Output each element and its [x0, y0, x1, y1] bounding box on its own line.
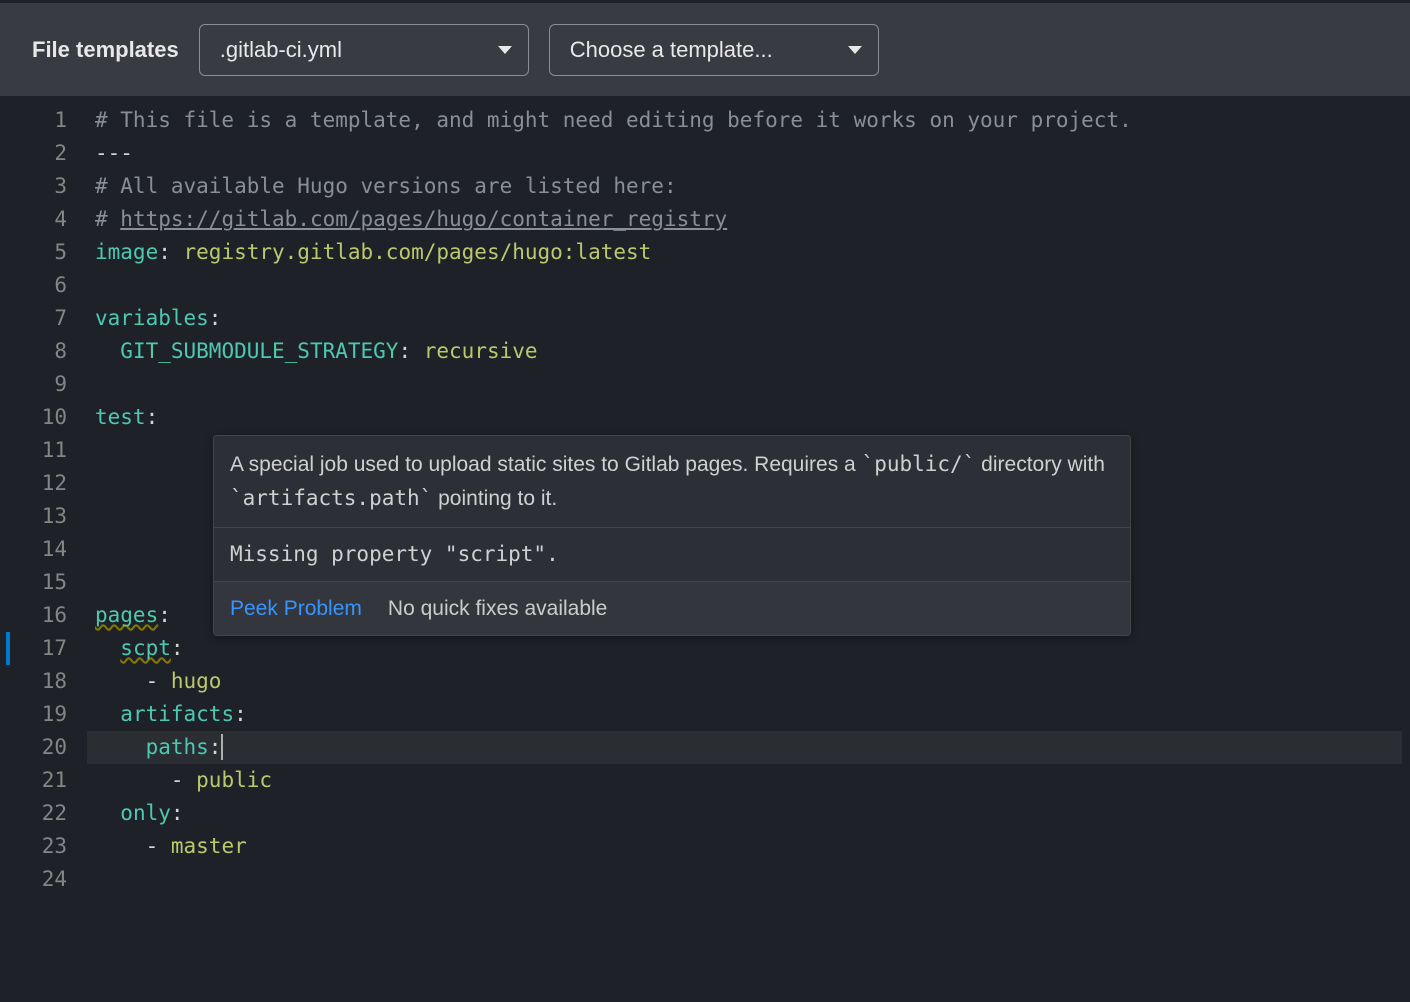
tooltip-actions: Peek Problem No quick fixes available	[214, 582, 1130, 635]
line-number: 23	[0, 830, 67, 863]
code-line: - public	[95, 764, 1410, 797]
line-number: 1	[0, 104, 67, 137]
line-number: 16	[0, 599, 67, 632]
code-line: GIT_SUBMODULE_STRATEGY: recursive	[95, 335, 1410, 368]
code-line: scpt:	[95, 632, 1410, 665]
line-number: 18	[0, 665, 67, 698]
code-line-active: paths:	[87, 731, 1402, 764]
code-line: only:	[95, 797, 1410, 830]
line-number: 12	[0, 467, 67, 500]
code-line: - master	[95, 830, 1410, 863]
code-line	[95, 863, 1410, 896]
change-marker	[6, 632, 10, 665]
code-content[interactable]: # This file is a template, and might nee…	[95, 96, 1410, 1002]
tooltip-error-message: Missing property "script".	[214, 528, 1130, 582]
template-dropdown[interactable]: Choose a template...	[549, 24, 879, 76]
line-number: 21	[0, 764, 67, 797]
line-number: 2	[0, 137, 67, 170]
line-number: 4	[0, 203, 67, 236]
code-line	[95, 368, 1410, 401]
line-number: 24	[0, 863, 67, 896]
dropdown-value: .gitlab-ci.yml	[220, 37, 342, 63]
code-line: variables:	[95, 302, 1410, 335]
line-number: 9	[0, 368, 67, 401]
file-templates-toolbar: File templates .gitlab-ci.yml Choose a t…	[0, 0, 1410, 96]
code-line: ---	[95, 137, 1410, 170]
line-number: 13	[0, 500, 67, 533]
line-number: 15	[0, 566, 67, 599]
peek-problem-link[interactable]: Peek Problem	[230, 592, 362, 625]
line-number: 3	[0, 170, 67, 203]
quickfix-status: No quick fixes available	[388, 592, 607, 625]
line-number: 17	[0, 632, 67, 665]
toolbar-label: File templates	[32, 37, 179, 63]
code-line: # https://gitlab.com/pages/hugo/containe…	[95, 203, 1410, 236]
line-number-gutter: 1 2 3 4 5 6 7 8 9 10 11 12 13 14 15 16 1…	[0, 96, 95, 1002]
chevron-down-icon	[498, 46, 512, 54]
code-line: test:	[95, 401, 1410, 434]
code-editor[interactable]: 1 2 3 4 5 6 7 8 9 10 11 12 13 14 15 16 1…	[0, 96, 1410, 1002]
line-number: 8	[0, 335, 67, 368]
text-cursor	[221, 734, 223, 760]
line-number: 6	[0, 269, 67, 302]
line-number: 11	[0, 434, 67, 467]
code-line: # This file is a template, and might nee…	[95, 104, 1410, 137]
line-number: 19	[0, 698, 67, 731]
code-line	[95, 269, 1410, 302]
dropdown-value: Choose a template...	[570, 37, 773, 63]
code-line: image: registry.gitlab.com/pages/hugo:la…	[95, 236, 1410, 269]
hover-tooltip: A special job used to upload static site…	[213, 435, 1131, 636]
line-number: 5	[0, 236, 67, 269]
chevron-down-icon	[848, 46, 862, 54]
line-number: 14	[0, 533, 67, 566]
file-type-dropdown[interactable]: .gitlab-ci.yml	[199, 24, 529, 76]
tooltip-description: A special job used to upload static site…	[214, 436, 1130, 528]
line-number: 10	[0, 401, 67, 434]
line-number: 7	[0, 302, 67, 335]
line-number: 22	[0, 797, 67, 830]
code-line: artifacts:	[95, 698, 1410, 731]
code-line: # All available Hugo versions are listed…	[95, 170, 1410, 203]
line-number: 20	[0, 731, 67, 764]
code-line: - hugo	[95, 665, 1410, 698]
